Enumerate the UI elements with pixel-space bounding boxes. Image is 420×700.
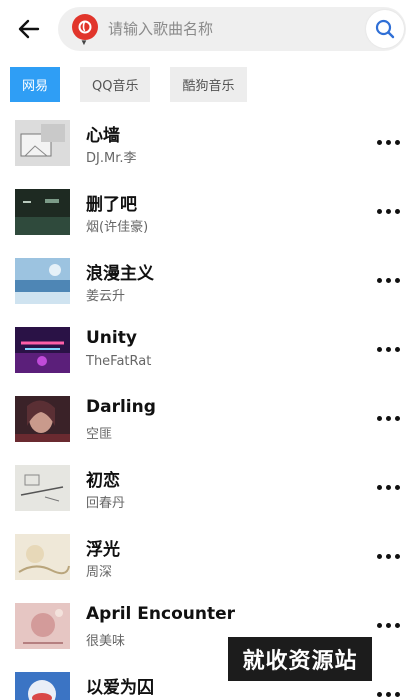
song-row[interactable]: 初恋 回春丹 — [0, 463, 420, 523]
album-cover — [15, 672, 70, 700]
song-title: 初恋 — [86, 471, 120, 491]
song-row[interactable]: Darling 空匪 — [0, 394, 420, 454]
source-dropdown-caret-icon[interactable]: ▼ — [80, 39, 88, 47]
song-artist: 烟(许佳豪) — [86, 220, 149, 235]
song-title: April Encounter — [86, 604, 235, 624]
song-title: Darling — [86, 397, 156, 417]
song-row[interactable]: 浪漫主义 姜云升 — [0, 256, 420, 316]
song-artist: 很美味 — [86, 634, 126, 649]
more-options-icon[interactable] — [370, 270, 406, 290]
song-title: 以爱为囚 — [86, 678, 154, 698]
more-options-icon[interactable] — [370, 477, 406, 497]
song-row[interactable]: 心墙 DJ.Mr.李 — [0, 118, 420, 178]
more-options-icon[interactable] — [370, 615, 406, 635]
more-options-icon[interactable] — [370, 684, 406, 700]
song-artist: 周深 — [86, 565, 113, 580]
song-row[interactable]: 删了吧 烟(许佳豪) — [0, 187, 420, 247]
more-options-icon[interactable] — [370, 546, 406, 566]
album-cover — [15, 120, 70, 166]
back-arrow-icon — [18, 19, 40, 39]
song-artist: TheFatRat — [86, 354, 152, 369]
back-button[interactable] — [14, 14, 44, 44]
netease-music-icon — [78, 20, 92, 34]
tab-kugou-music[interactable]: 酷狗音乐 — [170, 67, 247, 102]
album-cover — [15, 189, 70, 235]
song-title: 浮光 — [86, 540, 120, 560]
song-row[interactable]: Unity TheFatRat — [0, 325, 420, 385]
music-source-logo[interactable] — [72, 14, 98, 40]
album-cover — [15, 327, 70, 373]
search-input[interactable] — [108, 17, 348, 41]
song-title: 删了吧 — [86, 195, 137, 215]
more-options-icon[interactable] — [370, 339, 406, 359]
search-button[interactable] — [366, 10, 404, 48]
tab-qq-music[interactable]: QQ音乐 — [80, 67, 151, 102]
song-artist: 姜云升 — [86, 289, 126, 304]
song-artist: 回春丹 — [86, 496, 126, 511]
album-cover — [15, 396, 70, 442]
watermark-badge: 就收资源站 — [228, 637, 372, 681]
album-cover — [15, 258, 70, 304]
more-options-icon[interactable] — [370, 201, 406, 221]
album-cover — [15, 465, 70, 511]
music-source-tabs: 网易 QQ音乐 酷狗音乐 — [10, 67, 247, 102]
song-artist: DJ.Mr.李 — [86, 151, 137, 166]
song-title: Unity — [86, 328, 137, 348]
more-options-icon[interactable] — [370, 408, 406, 428]
song-title: 浪漫主义 — [86, 264, 154, 284]
song-artist: 空匪 — [86, 427, 113, 442]
song-row[interactable]: 浮光 周深 — [0, 532, 420, 592]
song-title: 心墙 — [86, 126, 120, 146]
search-bar: ▼ — [58, 7, 406, 51]
search-icon — [375, 19, 395, 39]
more-options-icon[interactable] — [370, 132, 406, 152]
tab-netease[interactable]: 网易 — [10, 67, 61, 102]
album-cover — [15, 534, 70, 580]
album-cover — [15, 603, 70, 649]
header: ▼ — [0, 0, 420, 60]
